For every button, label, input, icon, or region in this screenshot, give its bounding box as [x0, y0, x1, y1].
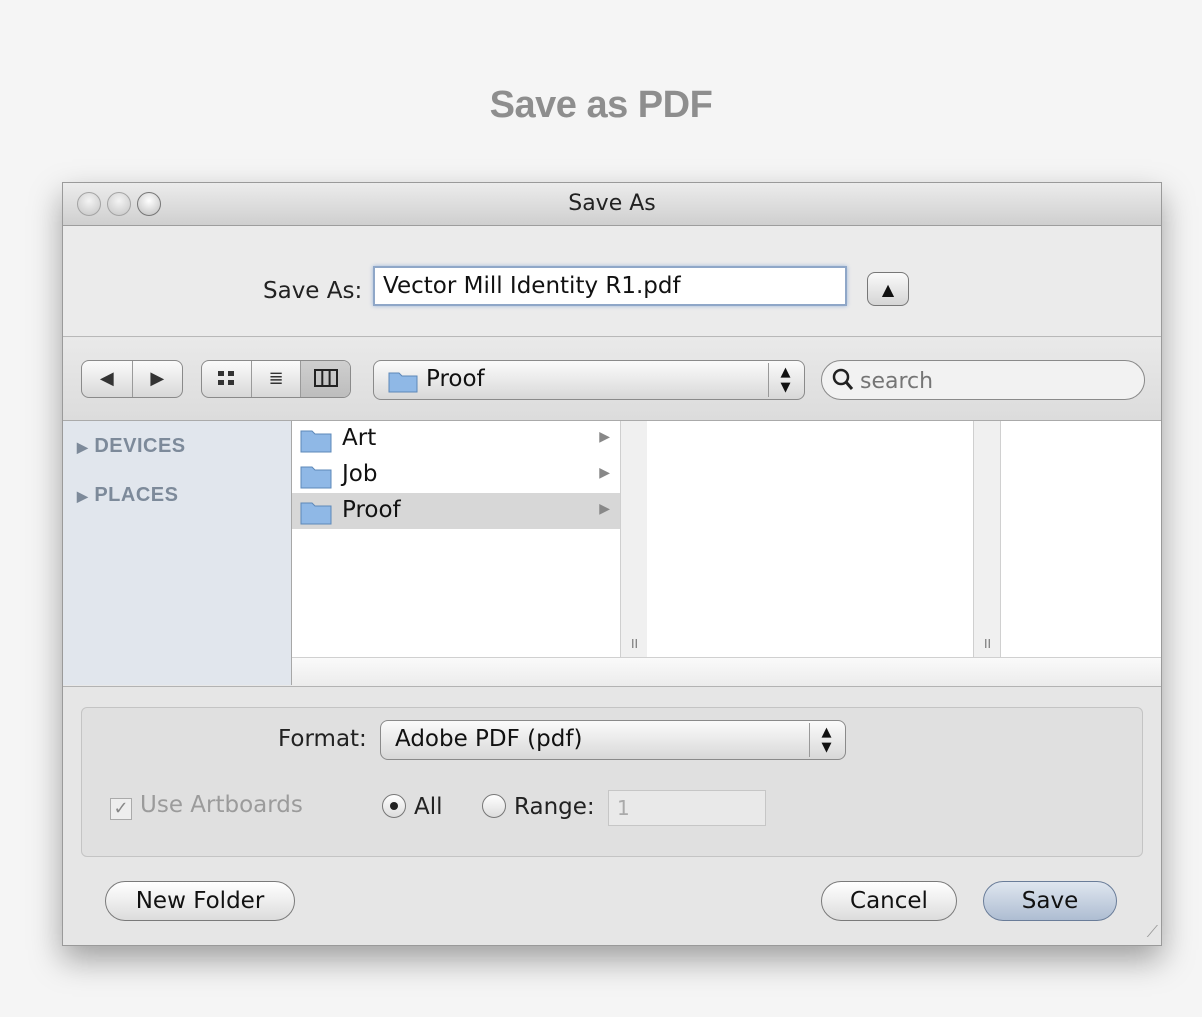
- triangle-up-icon: ▲: [881, 280, 895, 299]
- use-artboards-checkbox[interactable]: ✓ Use Artboards: [110, 792, 303, 820]
- radio-range-label: Range:: [514, 794, 595, 820]
- format-popup[interactable]: Adobe PDF (pdf) ▲ ▼: [380, 720, 846, 760]
- icon-view-icon: [218, 371, 235, 385]
- radio-all-label: All: [414, 794, 443, 820]
- page-title: Save as PDF: [489, 84, 713, 126]
- popup-stepper-icon: ▲ ▼: [809, 723, 843, 757]
- format-options-box: Format: Adobe PDF (pdf) ▲ ▼ ✓ Use Artboard…: [81, 707, 1143, 857]
- horizontal-scrollbar[interactable]: [292, 657, 1161, 686]
- view-mode-control: ≣: [201, 360, 351, 398]
- range-input[interactable]: [608, 790, 766, 826]
- sidebar-section-places[interactable]: ▶ PLACES: [77, 484, 178, 507]
- disclosure-triangle-icon: ▶: [77, 488, 89, 504]
- back-forward-control: ◀ ▶: [81, 360, 183, 398]
- disclosure-triangle-icon: ▶: [77, 439, 89, 455]
- window-title: Save As: [568, 191, 656, 216]
- resize-grip-icon: II: [631, 637, 639, 651]
- disclosure-arrow-icon: ▶: [599, 501, 610, 517]
- folder-icon: [300, 502, 332, 525]
- save-as-row: Save As:: [63, 226, 1161, 337]
- list-item[interactable]: Proof ▶: [292, 493, 620, 529]
- back-arrow-icon: ◀: [99, 368, 114, 389]
- collapse-dialog-button[interactable]: ▲: [867, 272, 909, 306]
- forward-arrow-icon: ▶: [150, 368, 165, 389]
- search-field[interactable]: [821, 360, 1145, 400]
- file-browser: ▶ DEVICES ▶ PLACES Art ▶ Job ▶ Proof ▶ I…: [63, 421, 1161, 686]
- popup-stepper-icon: ▲ ▼: [768, 363, 802, 397]
- search-input[interactable]: [858, 365, 1132, 397]
- list-view-button[interactable]: ≣: [252, 361, 302, 397]
- cancel-button[interactable]: Cancel: [821, 881, 957, 921]
- format-popup-value: Adobe PDF (pdf): [395, 726, 583, 752]
- list-item[interactable]: Art ▶: [292, 421, 620, 457]
- disclosure-arrow-icon: ▶: [599, 465, 610, 481]
- search-icon: [832, 368, 854, 390]
- folder-icon: [300, 466, 332, 489]
- radio-range[interactable]: Range:: [482, 794, 595, 820]
- list-item-label: Art: [342, 425, 377, 451]
- resize-grip-icon[interactable]: ⟋: [1147, 922, 1158, 942]
- list-item-label: Proof: [342, 497, 401, 523]
- save-as-dialog: Save As Save As: ▲ ◀ ▶ ≣: [62, 182, 1162, 946]
- path-popup[interactable]: Proof ▲ ▼: [373, 360, 805, 400]
- format-label: Format:: [278, 726, 367, 752]
- column-resize-handle[interactable]: II: [974, 421, 1001, 657]
- checkmark-icon: ✓: [110, 798, 132, 820]
- radio-unselected-icon: [482, 794, 506, 818]
- column-view-button[interactable]: [301, 361, 350, 397]
- radio-all[interactable]: All: [382, 794, 443, 820]
- window-titlebar[interactable]: Save As: [63, 183, 1161, 226]
- save-button[interactable]: Save: [983, 881, 1117, 921]
- icon-view-button[interactable]: [202, 361, 252, 397]
- browser-column-2: [647, 421, 974, 657]
- disclosure-arrow-icon: ▶: [599, 429, 610, 445]
- path-popup-label: Proof: [426, 366, 485, 392]
- folder-icon: [388, 372, 418, 393]
- radio-selected-icon: [382, 794, 406, 818]
- save-as-label: Save As:: [263, 278, 363, 304]
- browser-column-3: [1001, 421, 1161, 657]
- save-as-filename-input[interactable]: [373, 266, 847, 306]
- sidebar: ▶ DEVICES ▶ PLACES: [63, 421, 292, 685]
- browser-column-1: Art ▶ Job ▶ Proof ▶: [292, 421, 621, 657]
- sidebar-section-devices[interactable]: ▶ DEVICES: [77, 435, 186, 458]
- list-view-icon: ≣: [268, 368, 284, 389]
- folder-icon: [300, 430, 332, 453]
- resize-grip-icon: II: [984, 637, 992, 651]
- new-folder-button[interactable]: New Folder: [105, 881, 295, 921]
- forward-button[interactable]: ▶: [133, 361, 183, 397]
- column-view-icon: [313, 369, 338, 387]
- browser-toolbar: ◀ ▶ ≣ Proof ▲ ▼ search: [63, 338, 1161, 421]
- use-artboards-label: Use Artboards: [140, 792, 303, 818]
- list-item-label: Job: [342, 461, 378, 487]
- dialog-bottom: Format: Adobe PDF (pdf) ▲ ▼ ✓ Use Artboard…: [63, 686, 1161, 945]
- list-item[interactable]: Job ▶: [292, 457, 620, 493]
- back-button[interactable]: ◀: [82, 361, 133, 397]
- column-resize-handle[interactable]: II: [621, 421, 648, 657]
